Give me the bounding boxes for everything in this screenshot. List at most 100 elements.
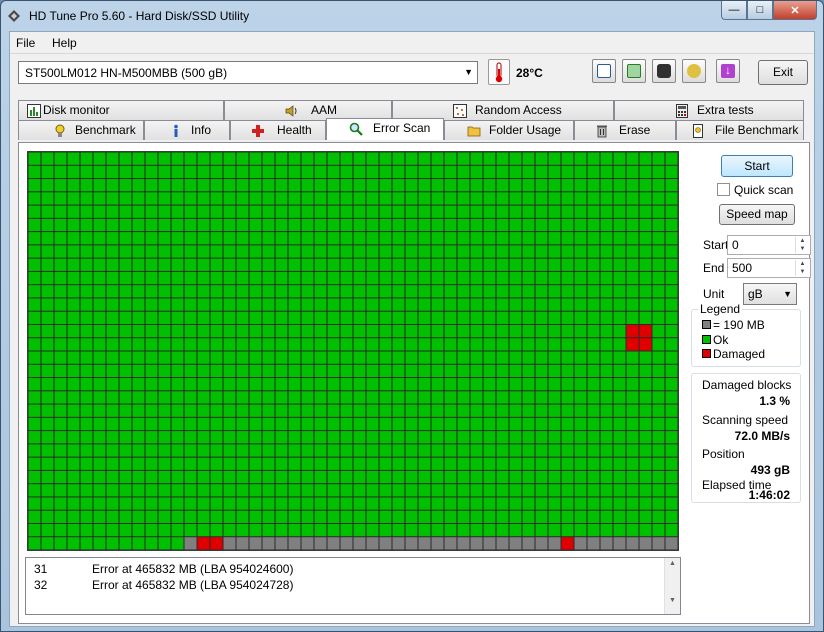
app-icon [8, 10, 20, 22]
start-field[interactable]: 0 ▲ ▼ [727, 235, 811, 255]
stats-box: Damaged blocks 1.3 % Scanning speed 72.0… [691, 373, 801, 503]
tab-info[interactable]: Info [144, 120, 230, 140]
spin-arrows-icon[interactable]: ▲ ▼ [795, 260, 809, 276]
start-button[interactable]: Start [721, 155, 793, 177]
block-ok [236, 258, 249, 271]
block-ok [197, 258, 210, 271]
block-ok [223, 311, 236, 324]
tab-health[interactable]: Health [230, 120, 326, 140]
log-scrollbar[interactable]: ▲ ▼ [664, 558, 680, 614]
block-ok [548, 311, 561, 324]
save-button[interactable]: ↓ [716, 59, 740, 83]
block-ok [67, 205, 80, 218]
block-ok [41, 404, 54, 417]
error-log[interactable]: 31 Error at 465832 MB (LBA 954024600) 32 E… [25, 557, 681, 615]
tab-file-benchmark[interactable]: File Benchmark [676, 120, 804, 140]
tab-benchmark[interactable]: Benchmark [18, 120, 144, 140]
block-ok [158, 444, 171, 457]
block-ok [132, 232, 145, 245]
block-ok [132, 484, 145, 497]
block-ok [223, 232, 236, 245]
block-ok [327, 152, 340, 165]
block-ok [496, 324, 509, 338]
block-ok [223, 179, 236, 192]
block-ok [314, 364, 327, 378]
block-ok [600, 391, 613, 404]
block-ok [132, 245, 145, 258]
block-ok [301, 298, 314, 311]
block-ok [223, 298, 236, 311]
unit-select[interactable]: gB ▼ [743, 283, 797, 305]
tab-folder-usage[interactable]: Folder Usage [444, 120, 574, 140]
block-ok [67, 351, 80, 364]
tab-label: Benchmark [75, 123, 136, 137]
block-ok [41, 271, 54, 285]
drive-select[interactable]: ST500LM012 HN-M500MBB (500 gB) ▼ [18, 61, 478, 84]
tab-aam[interactable]: AAM [224, 100, 392, 120]
block-ok [457, 271, 470, 285]
block-ok [444, 232, 457, 245]
block-ok [665, 311, 678, 324]
tab-error-scan[interactable]: Error Scan [326, 118, 444, 140]
copy-info-button[interactable] [592, 59, 616, 83]
block-ok [275, 232, 288, 245]
tab-extra-tests[interactable]: Extra tests [614, 100, 804, 120]
block-unscanned [626, 537, 639, 550]
block-ok [613, 311, 626, 324]
block-ok [470, 285, 483, 298]
block-ok [600, 232, 613, 245]
block-ok [366, 497, 379, 510]
block-ok [184, 378, 197, 391]
block-ok [418, 444, 431, 457]
tab-random-access[interactable]: Random Access [392, 100, 614, 120]
block-ok [301, 417, 314, 431]
block-ok [145, 364, 158, 378]
minimize-button[interactable]: — [721, 1, 747, 20]
block-ok [431, 218, 444, 232]
block-ok [613, 152, 626, 165]
damaged-blocks-value: 1.3 % [759, 394, 790, 408]
block-ok [522, 285, 535, 298]
options-button[interactable] [682, 59, 706, 83]
end-field[interactable]: 500 ▲ ▼ [727, 258, 811, 278]
scroll-down-icon[interactable]: ▼ [665, 597, 680, 604]
block-ok [522, 484, 535, 497]
block-ok [249, 324, 262, 338]
block-ok [210, 218, 223, 232]
block-ok [223, 484, 236, 497]
block-ok [262, 324, 275, 338]
screenshot-button[interactable] [652, 59, 676, 83]
block-ok [535, 232, 548, 245]
block-ok [483, 232, 496, 245]
block-ok [236, 444, 249, 457]
checkbox-box[interactable] [717, 183, 730, 196]
menu-help[interactable]: Help [52, 36, 77, 50]
block-ok [509, 510, 522, 523]
block-ok [535, 364, 548, 378]
block-ok [470, 484, 483, 497]
block-ok [353, 404, 366, 417]
tab-erase[interactable]: Erase [574, 120, 676, 140]
block-ok [366, 444, 379, 457]
block-ok [28, 338, 41, 351]
block-ok [132, 258, 145, 271]
block-ok [470, 152, 483, 165]
tab-disk-monitor[interactable]: Disk monitor [18, 100, 224, 120]
exit-button[interactable]: Exit [758, 60, 808, 85]
scroll-up-icon[interactable]: ▲ [665, 560, 680, 567]
dots-icon [453, 104, 467, 118]
block-ok [639, 351, 652, 364]
menu-file[interactable]: File [16, 36, 35, 50]
block-ok [223, 192, 236, 205]
block-ok [132, 364, 145, 378]
copy-all-button[interactable] [622, 59, 646, 83]
block-ok [197, 179, 210, 192]
block-ok [366, 311, 379, 324]
speed-map-button[interactable]: Speed map [719, 204, 795, 225]
close-button[interactable]: ✕ [773, 1, 817, 20]
maximize-button[interactable]: □ [747, 1, 773, 20]
quick-scan-checkbox[interactable]: Quick scan [717, 183, 793, 197]
title-bar[interactable]: HD Tune Pro 5.60 - Hard Disk/SSD Utility… [1, 1, 823, 31]
block-ok [522, 192, 535, 205]
spin-arrows-icon[interactable]: ▲ ▼ [795, 237, 809, 253]
